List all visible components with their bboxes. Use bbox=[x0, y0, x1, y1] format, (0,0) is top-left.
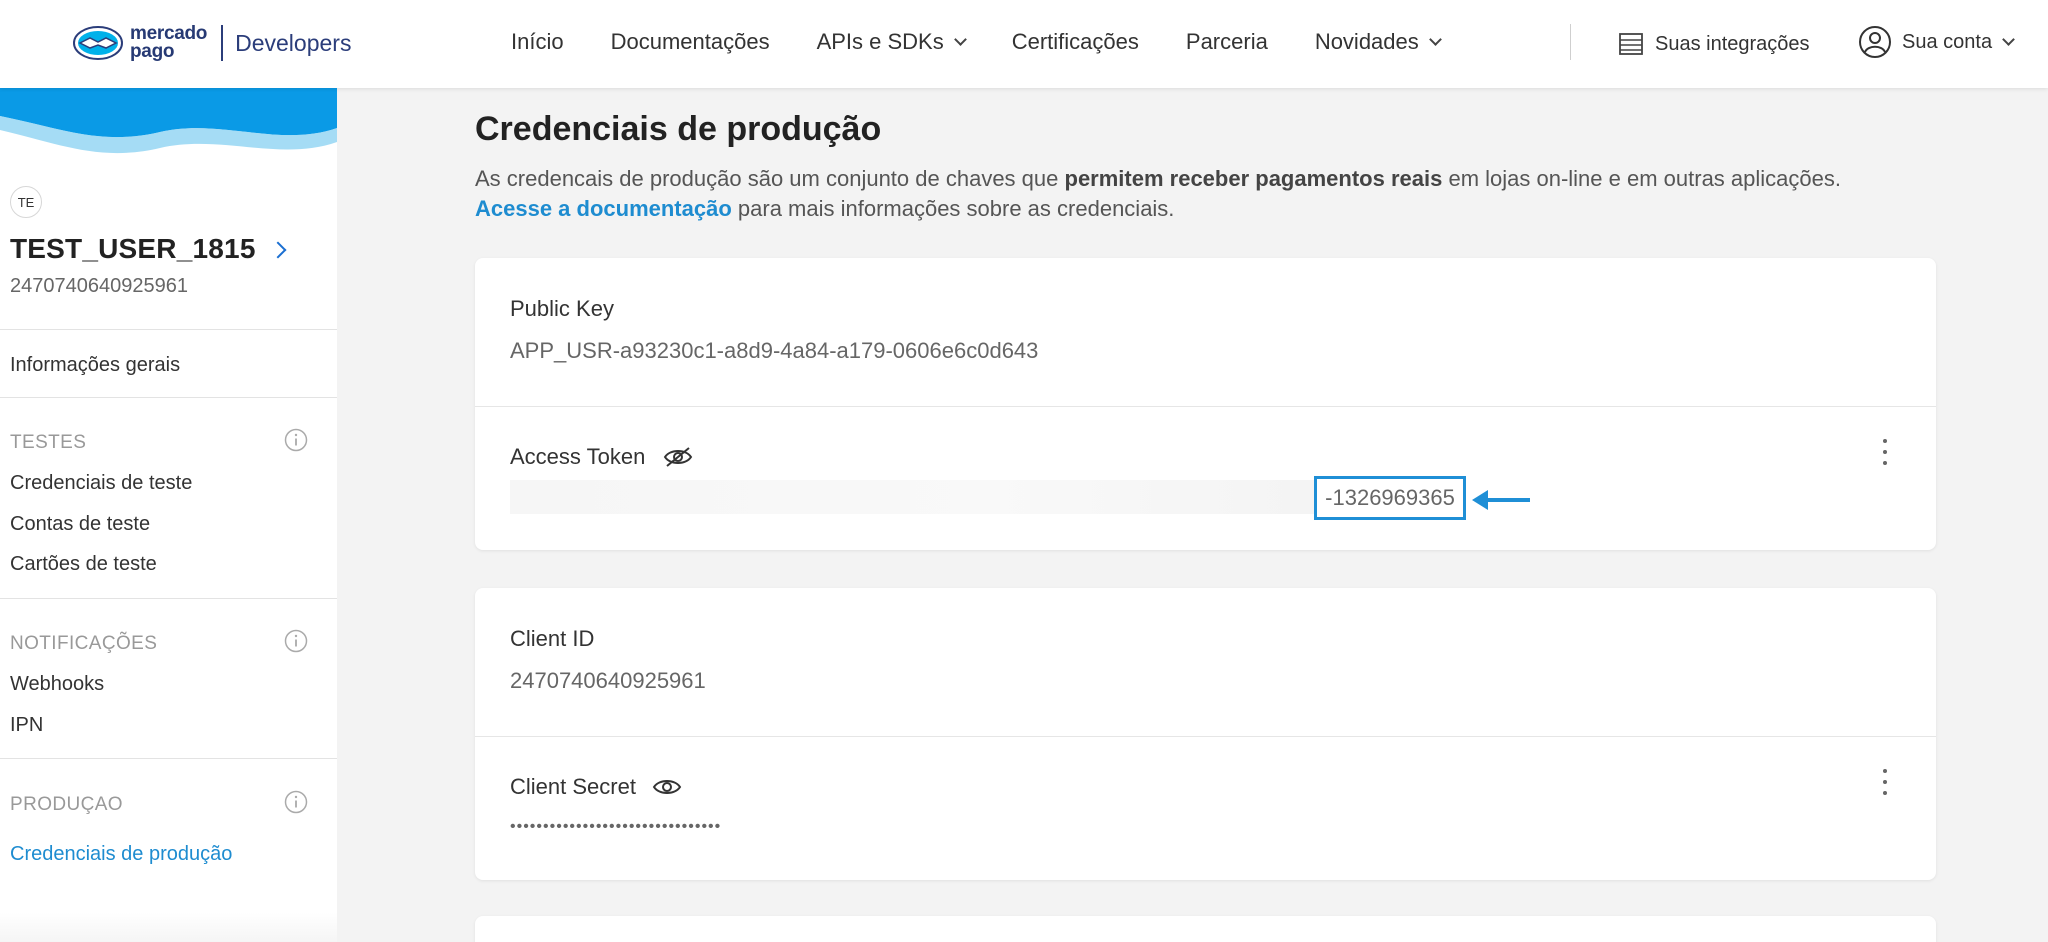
eye-off-icon[interactable] bbox=[663, 446, 693, 468]
public-key-label: Public Key bbox=[510, 296, 614, 321]
client-secret-label: Client Secret bbox=[510, 774, 636, 799]
arrow-left-icon bbox=[1472, 490, 1530, 510]
client-secret-more-options[interactable] bbox=[1882, 769, 1888, 795]
account-menu[interactable]: Sua conta bbox=[1858, 22, 2015, 62]
client-id-value[interactable]: 2470740640925961 bbox=[510, 668, 706, 694]
nav-item-certificacoes[interactable]: Certificações bbox=[1012, 29, 1139, 55]
integrations-link[interactable]: Suas integrações bbox=[1619, 26, 1810, 62]
desc-text-2: em lojas on-line e em outras aplicações. bbox=[1442, 166, 1841, 191]
nav-item-parceria[interactable]: Parceria bbox=[1186, 29, 1268, 55]
client-id-label: Client ID bbox=[510, 626, 595, 651]
handshake-logo-icon bbox=[72, 25, 124, 61]
sidebar-section-notificacoes: NOTIFICAÇÕES bbox=[10, 633, 158, 654]
sidebar-divider bbox=[0, 598, 337, 599]
avatar: TE bbox=[10, 186, 42, 218]
client-secret-masked-value: •••••••••••••••••••••••••••••••• bbox=[510, 818, 722, 835]
sidebar-divider bbox=[0, 329, 337, 330]
nav-item-inicio[interactable]: Início bbox=[511, 29, 564, 55]
brand-divider bbox=[221, 25, 224, 61]
desc-text-3: para mais informações sobre as credencia… bbox=[731, 196, 1175, 221]
desc-bold: permitem receber pagamentos reais bbox=[1064, 166, 1443, 191]
page-description: As credencais de produção são um conjunt… bbox=[475, 164, 1945, 224]
credentials-card-partial bbox=[475, 916, 1936, 942]
info-icon[interactable] bbox=[284, 428, 308, 452]
nav-label: Documentações bbox=[610, 29, 770, 54]
access-token-label: Access Token bbox=[510, 444, 646, 469]
access-token-visible-suffix: -1326969365 bbox=[1314, 476, 1466, 520]
access-token-label-row: Access Token bbox=[510, 444, 693, 470]
access-token-obscured-value bbox=[510, 480, 1315, 514]
sidebar-divider bbox=[0, 397, 337, 398]
documentation-link[interactable]: Acesse a documentação bbox=[475, 196, 732, 221]
credentials-card-client: Client ID 2470740640925961 Client Secret… bbox=[475, 588, 1936, 880]
public-key-value[interactable]: APP_USR-a93230c1-a8d9-4a84-a179-0606e6c0… bbox=[510, 338, 1038, 364]
sidebar-item-cartoes-de-teste[interactable]: Cartões de teste bbox=[10, 553, 157, 576]
info-icon[interactable] bbox=[284, 629, 308, 653]
sidebar-item-webhooks[interactable]: Webhooks bbox=[10, 673, 104, 696]
integrations-label: Suas integrações bbox=[1655, 32, 1810, 55]
top-navigation-bar: mercado pago Developers Início Documenta… bbox=[0, 0, 2048, 88]
sidebar-item-contas-de-teste[interactable]: Contas de teste bbox=[10, 513, 150, 536]
brand-logo-link[interactable]: mercado pago Developers bbox=[72, 20, 351, 66]
sidebar-item-ipn[interactable]: IPN bbox=[10, 714, 43, 737]
sidebar-item-credenciais-de-teste[interactable]: Credenciais de teste bbox=[10, 472, 192, 495]
main-nav: Início Documentações APIs e SDKs Certifi… bbox=[511, 24, 1487, 60]
brand-line-2: pago bbox=[130, 41, 175, 62]
nav-divider bbox=[1570, 24, 1571, 60]
credentials-card-keys: Public Key APP_USR-a93230c1-a8d9-4a84-a1… bbox=[475, 258, 1936, 550]
sidebar-divider bbox=[0, 758, 337, 759]
sidebar-item-informacoes-gerais[interactable]: Informações gerais bbox=[10, 354, 180, 377]
info-icon[interactable] bbox=[284, 790, 308, 814]
nav-item-apis-sdks[interactable]: APIs e SDKs bbox=[816, 29, 967, 55]
card-divider bbox=[475, 406, 1936, 407]
sidebar-shadow bbox=[0, 912, 337, 942]
brand-product-name: Developers bbox=[235, 29, 352, 56]
eye-icon[interactable] bbox=[652, 776, 682, 798]
chevron-down-icon bbox=[1428, 32, 1442, 46]
user-avatar-icon bbox=[1859, 26, 1891, 58]
account-label: Sua conta bbox=[1902, 30, 1993, 53]
brand-wordmark: mercado pago bbox=[130, 24, 207, 62]
integrations-list-icon bbox=[1619, 33, 1643, 55]
chevron-down-icon bbox=[953, 32, 967, 46]
user-id: 2470740640925961 bbox=[10, 275, 188, 297]
card-divider bbox=[475, 736, 1936, 737]
page-title: Credenciais de produção bbox=[475, 110, 882, 148]
client-secret-label-row: Client Secret bbox=[510, 774, 682, 800]
nav-label: Parceria bbox=[1185, 29, 1268, 54]
user-name-link[interactable]: TEST_USER_1815 bbox=[10, 233, 256, 265]
nav-label: Novidades bbox=[1314, 29, 1419, 54]
sidebar-section-testes: TESTES bbox=[10, 432, 87, 453]
nav-item-novidades[interactable]: Novidades bbox=[1314, 29, 1442, 55]
decorative-wave bbox=[0, 88, 337, 154]
sidebar-section-producao: PRODUÇAO bbox=[10, 794, 123, 815]
nav-label: Início bbox=[511, 29, 564, 54]
desc-text-1: As credencais de produção são um conjunt… bbox=[475, 166, 1065, 191]
chevron-down-icon bbox=[2002, 32, 2015, 46]
nav-item-documentacoes[interactable]: Documentações bbox=[611, 29, 770, 55]
sidebar-item-credenciais-de-producao[interactable]: Credenciais de produção bbox=[10, 843, 232, 866]
nav-label: Certificações bbox=[1011, 29, 1139, 54]
access-token-more-options[interactable] bbox=[1882, 439, 1888, 465]
nav-label: APIs e SDKs bbox=[816, 29, 944, 54]
